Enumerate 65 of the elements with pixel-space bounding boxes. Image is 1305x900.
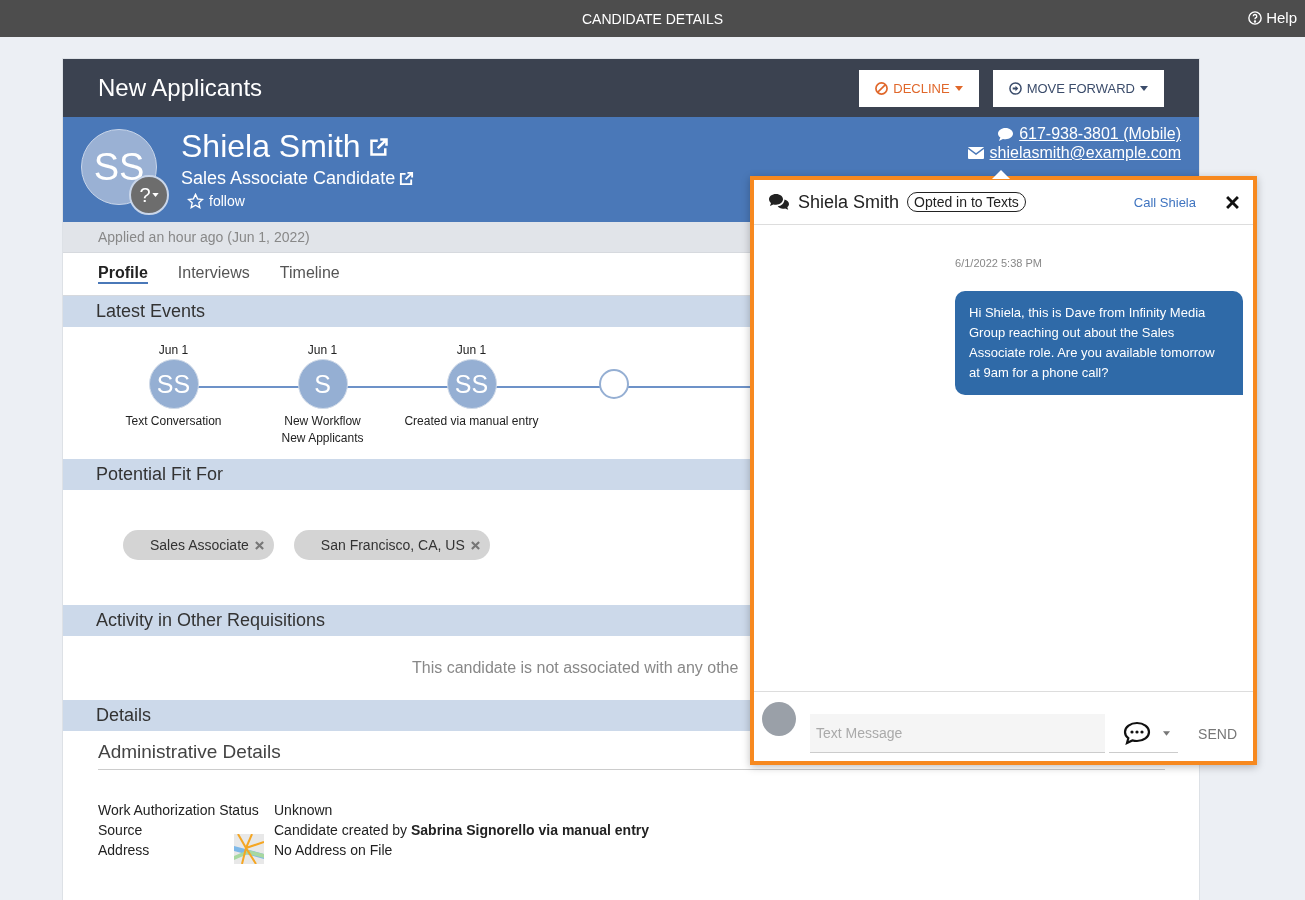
section-title: Details — [96, 705, 152, 726]
map-icon — [234, 834, 264, 864]
candidate-role: Sales Associate Candidate — [181, 168, 396, 190]
empty-event-circle — [599, 369, 629, 399]
caret-icon — [954, 85, 963, 91]
message-bubble: Hi Shiela, this is Dave from Infinity Media Group reaching out about the Sales Associate role. Are you available tomorrow at 9am for a phone call? — [955, 291, 1243, 395]
event-date: Jun 1 — [456, 343, 487, 359]
speech-bubble-icon — [1122, 721, 1151, 745]
close-icon — [254, 540, 264, 550]
prohibited-icon — [875, 81, 889, 95]
event-label: Text Conversation — [125, 413, 222, 430]
event-label: New Workflow — [284, 413, 361, 430]
remove-tag-button[interactable] — [254, 540, 264, 550]
event-avatar: S — [297, 359, 348, 409]
message-time: 6/1/2022 5:38 PM — [955, 257, 1042, 269]
event-avatar: SS — [148, 359, 199, 409]
close-icon — [1226, 195, 1239, 209]
stage-title: New Applicants — [98, 74, 263, 102]
envelope-icon — [967, 147, 984, 159]
candidate-name: Shiela Smith — [181, 129, 361, 165]
remove-tag-button[interactable] — [470, 540, 480, 550]
external-link-icon[interactable] — [399, 171, 415, 187]
decline-button[interactable]: DECLINE — [859, 69, 979, 107]
section-title: Activity in Other Requisitions — [96, 610, 326, 631]
external-link-icon[interactable] — [368, 136, 389, 157]
event-label: New Applicants — [281, 430, 364, 447]
detail-label: Source — [98, 821, 144, 840]
message-input[interactable]: Text Message — [810, 714, 1105, 753]
arrow-circle-icon — [1008, 81, 1022, 95]
section-title: Potential Fit For — [96, 464, 224, 485]
chat-icon — [768, 193, 790, 211]
tag: San Francisco, CA, US — [293, 530, 490, 560]
detail-value: Candidate created by Sabrina Signorello via manual entry — [274, 821, 650, 840]
call-link[interactable]: Call Shiela — [1133, 194, 1196, 210]
move-forward-button[interactable]: MOVE FORWARD — [992, 69, 1164, 107]
help-icon — [1248, 10, 1263, 25]
section-title: Latest Events — [96, 301, 206, 322]
event-avatar: SS — [446, 359, 497, 409]
page-title: CANDIDATE DETAILS — [581, 10, 724, 27]
user-avatar — [762, 702, 796, 736]
tag: Sales Associate — [123, 530, 274, 560]
event-date: Jun 1 — [158, 343, 189, 359]
caret-icon — [1140, 85, 1148, 91]
follow-link[interactable]: follow — [187, 193, 415, 210]
detail-label: Address — [98, 841, 151, 860]
event-date: Jun 1 — [307, 343, 338, 359]
close-icon — [470, 540, 480, 550]
speech-bubble-icon — [997, 126, 1015, 142]
star-icon — [187, 193, 204, 210]
email-link[interactable]: shielasmith@example.com — [989, 144, 1181, 162]
tab[interactable]: Interviews — [177, 264, 250, 284]
tab[interactable]: Timeline — [279, 264, 340, 284]
caret-icon — [151, 193, 159, 197]
help-link[interactable]: Help — [1248, 9, 1297, 26]
empty-message: This candidate is not associated with any othe — [412, 659, 739, 677]
phone-link[interactable]: 617-938-3801 (Mobile) — [997, 125, 1181, 143]
detail-value: No Address on File — [274, 841, 393, 860]
tab[interactable]: Profile — [98, 264, 148, 284]
close-button[interactable] — [1226, 195, 1239, 209]
contact-name: Shiela Smith — [798, 191, 900, 213]
detail-value: Unknown — [274, 801, 333, 820]
applied-date: Applied an hour ago (Jun 1, 2022) — [98, 229, 310, 245]
detail-label: Work Authorization Status — [98, 801, 260, 820]
send-button[interactable]: SEND — [1192, 714, 1243, 753]
event-label: Created via manual entry — [404, 413, 539, 430]
